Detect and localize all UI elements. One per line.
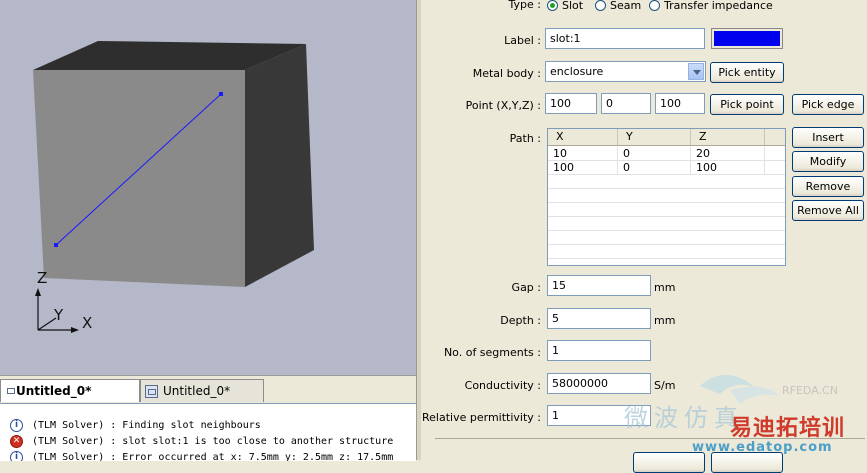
radio-empty-icon bbox=[595, 0, 606, 11]
table-row-empty[interactable] bbox=[548, 245, 785, 259]
tab-untitled-active[interactable]: Untitled_0* bbox=[0, 379, 140, 402]
path-table-header: X Y Z bbox=[548, 129, 785, 146]
path-label: Path : bbox=[509, 132, 541, 145]
pick-edge-button[interactable]: Pick edge bbox=[792, 94, 864, 115]
table-row-empty[interactable] bbox=[548, 189, 785, 203]
log-entry: i (TLM Solver) : Finding slot neighbours bbox=[10, 417, 261, 433]
model-view: Z Y X bbox=[33, 41, 314, 333]
footer-button[interactable] bbox=[633, 452, 705, 473]
type-label: Type : bbox=[508, 0, 541, 11]
remove-button[interactable]: Remove bbox=[792, 176, 864, 197]
gap-unit: mm bbox=[654, 281, 676, 294]
type-radio-seam[interactable]: Seam bbox=[595, 0, 641, 12]
table-row-empty[interactable] bbox=[548, 203, 785, 217]
point-z-input[interactable]: 100 bbox=[655, 93, 705, 114]
modify-button[interactable]: Modify bbox=[792, 151, 864, 172]
tab-label: Untitled_0* bbox=[163, 384, 231, 398]
cube-front-face[interactable] bbox=[33, 70, 245, 287]
type-radio-slot[interactable]: Slot bbox=[547, 0, 583, 12]
depth-input[interactable]: 5 bbox=[547, 308, 651, 329]
point-x-input[interactable]: 100 bbox=[545, 93, 597, 114]
table-row-empty[interactable] bbox=[548, 217, 785, 231]
segments-label: No. of segments : bbox=[443, 346, 541, 359]
slot-end-point[interactable] bbox=[219, 92, 223, 96]
insert-button[interactable]: Insert bbox=[792, 127, 864, 148]
document-tabs: Untitled_0* Untitled_0* bbox=[0, 375, 416, 404]
error-icon: ✕ bbox=[10, 434, 23, 448]
document-icon bbox=[145, 384, 158, 398]
radio-empty-icon bbox=[649, 0, 660, 11]
radio-selected-icon bbox=[547, 0, 558, 11]
metal-body-select[interactable]: enclosure bbox=[545, 61, 706, 82]
point-label: Point (X,Y,Z) : bbox=[465, 99, 541, 112]
depth-label: Depth : bbox=[500, 314, 541, 327]
slot-properties-panel: Type : Slot Seam Transfer impedance Labe… bbox=[421, 0, 867, 473]
pick-point-button[interactable]: Pick point bbox=[710, 94, 784, 115]
conductivity-unit: S/m bbox=[654, 379, 676, 392]
footer-button[interactable] bbox=[711, 452, 783, 473]
chevron-down-icon[interactable] bbox=[688, 63, 704, 80]
tab-untitled-inactive[interactable]: Untitled_0* bbox=[140, 379, 264, 402]
3d-viewport[interactable]: Z Y X bbox=[0, 0, 416, 375]
log-entry: ✕ (TLM Solver) : slot slot:1 is too clos… bbox=[10, 433, 393, 449]
z-axis-label: Z bbox=[37, 269, 47, 287]
log-entry: i (TLM Solver) : Error occurred at x: 7.… bbox=[10, 449, 393, 461]
table-row[interactable]: 100 0 100 bbox=[548, 161, 785, 175]
conductivity-label: Conductivity : bbox=[464, 379, 541, 392]
pick-entity-button[interactable]: Pick entity bbox=[710, 62, 784, 83]
path-table[interactable]: X Y Z 10 0 20 100 0 100 bbox=[547, 128, 786, 266]
conductivity-input[interactable]: 58000000 bbox=[547, 373, 651, 394]
label-input[interactable]: slot:1 bbox=[545, 28, 705, 49]
color-swatch bbox=[714, 31, 780, 46]
table-row-empty[interactable] bbox=[548, 231, 785, 245]
column-header-z[interactable]: Z bbox=[691, 129, 765, 145]
footer-separator bbox=[435, 438, 865, 439]
slot-start-point[interactable] bbox=[54, 243, 58, 247]
tab-label: Untitled_0* bbox=[16, 384, 92, 398]
permittivity-input[interactable]: 1 bbox=[547, 405, 651, 426]
info-icon: i bbox=[10, 418, 23, 432]
label-field-label: Label : bbox=[504, 34, 541, 47]
permittivity-label: Relative permittivity : bbox=[422, 411, 541, 424]
solver-log[interactable]: i (TLM Solver) : Finding slot neighbours… bbox=[0, 403, 416, 461]
segments-input[interactable]: 1 bbox=[547, 340, 651, 361]
table-row-empty[interactable] bbox=[548, 175, 785, 189]
metal-body-label: Metal body : bbox=[472, 67, 541, 80]
y-axis-label: Y bbox=[53, 306, 64, 324]
point-y-input[interactable]: 0 bbox=[601, 93, 651, 114]
info-icon: i bbox=[10, 450, 23, 461]
gap-label: Gap : bbox=[511, 281, 541, 294]
cube-side-face bbox=[245, 44, 314, 287]
remove-all-button[interactable]: Remove All bbox=[792, 200, 864, 221]
type-radio-transfer-impedance[interactable]: Transfer impedance bbox=[649, 0, 773, 12]
column-header-y[interactable]: Y bbox=[618, 129, 691, 145]
gap-input[interactable]: 15 bbox=[547, 275, 651, 296]
column-header-x[interactable]: X bbox=[548, 129, 618, 145]
table-row[interactable]: 10 0 20 bbox=[548, 147, 785, 161]
depth-unit: mm bbox=[654, 314, 676, 327]
x-axis-label: X bbox=[82, 314, 92, 332]
document-icon bbox=[5, 385, 15, 398]
color-picker-button[interactable] bbox=[711, 28, 783, 49]
